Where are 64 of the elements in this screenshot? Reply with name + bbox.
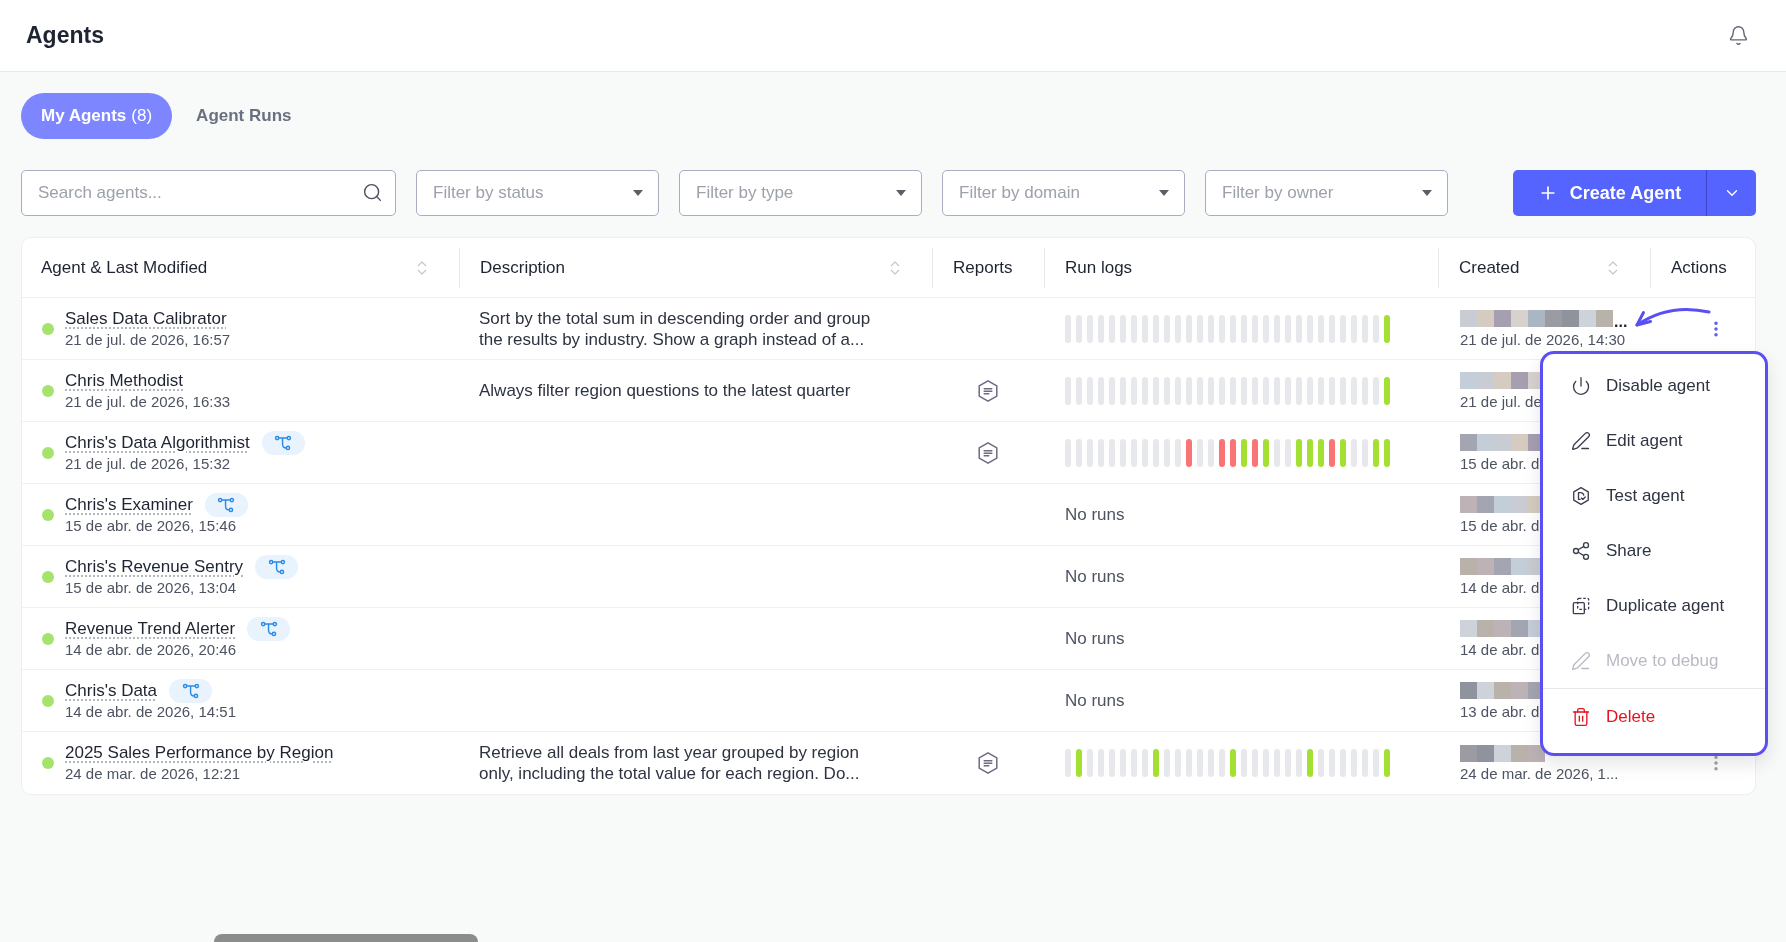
modified-date: 15 de abr. de 2026, 13:04 (65, 577, 236, 598)
search-icon (362, 182, 383, 203)
caret-icon (633, 190, 643, 196)
hexagon-lines-icon (976, 440, 1000, 465)
agent-name[interactable]: Chris Methodist (65, 369, 184, 392)
caret-icon (1422, 190, 1432, 196)
agent-name[interactable]: Revenue Trend Alerter (65, 617, 236, 640)
agent-name[interactable]: 2025 Sales Performance by Region (65, 742, 334, 764)
caret-icon (896, 190, 906, 196)
dropdown-button[interactable] (1706, 170, 1756, 216)
search-field[interactable]: Search agents... (21, 170, 396, 216)
description-text: Always filter region questions to the latest quarter (479, 380, 852, 401)
created-date: 13 de abr. d (1460, 701, 1540, 722)
hexagon-lines-icon (976, 751, 1000, 775)
modified-date: 14 de abr. de 2026, 20:46 (65, 639, 236, 660)
created-date: 14 de abr. d (1460, 577, 1540, 598)
menu-item[interactable]: Edit agent (1543, 413, 1765, 468)
modified-date: 21 de jul. de 2026, 16:57 (65, 329, 231, 350)
bell-icon[interactable] (1728, 25, 1749, 46)
modified-date: 21 de jul. de 2026, 16:33 (65, 391, 231, 412)
run-status-text: No runs (1065, 565, 1125, 588)
page-title: Agents (26, 21, 104, 51)
menu-item[interactable]: Disable agent (1543, 358, 1765, 413)
created-date: 15 de abr. d (1460, 453, 1540, 474)
modified-date: 21 de jul. de 2026, 15:32 (65, 453, 231, 474)
menu-item[interactable]: Delete (1543, 689, 1765, 744)
created-date: 14 de abr. d (1460, 639, 1540, 660)
run-status-text: No runs (1065, 689, 1125, 712)
menu-item[interactable]: Share (1543, 523, 1765, 578)
agent-name[interactable]: Chris's Examiner (65, 493, 193, 516)
column-header: Reports (953, 256, 1013, 279)
menu-item[interactable]: Duplicate agent (1543, 578, 1765, 633)
trash-icon (1571, 706, 1591, 727)
created-date: 24 de mar. de 2026, 1... (1460, 764, 1619, 784)
created-date: 15 de abr. d (1460, 515, 1540, 536)
agent-name[interactable]: Chris's Data (65, 679, 158, 702)
hexagon-lines-icon (976, 378, 1000, 403)
agent-name[interactable]: Chris's Revenue Sentry (65, 555, 244, 578)
modified-date: 15 de abr. de 2026, 15:46 (65, 515, 236, 536)
description-text: Sort by the total sum in descending order and group the results by industry. Show a graph instead of a... (479, 307, 872, 350)
menu-item[interactable]: Test agent (1543, 468, 1765, 523)
pencil-icon (1571, 430, 1591, 451)
hexagon-check-icon (1571, 485, 1591, 506)
column-header: Run logs (1065, 256, 1133, 279)
column-header: Description (480, 256, 566, 279)
run-status-text: No runs (1065, 627, 1125, 650)
create-agent-button[interactable]: Create Agent (1513, 170, 1706, 216)
modified-date: 14 de abr. de 2026, 14:51 (65, 701, 236, 722)
pencil-icon (1571, 650, 1591, 671)
share-icon (1571, 540, 1591, 561)
power-icon (1571, 375, 1591, 396)
column-header: Created (1459, 256, 1520, 279)
modified-date: 24 de mar. de 2026, 12:21 (65, 764, 241, 784)
created-date: 21 de jul. de 2026, 14:30 (1460, 329, 1626, 350)
run-status-text: No runs (1065, 503, 1125, 526)
description-text: Retrieve all deals from last year grouped by region only, including the total value for each region. Do... (479, 742, 861, 784)
agent-name[interactable]: Chris's Data Algorithmist (65, 431, 250, 454)
copy-icon (1571, 595, 1591, 616)
column-header: Actions (1671, 256, 1727, 279)
tab[interactable]: Agent Runs (196, 93, 292, 139)
truncation-mark: ... (1614, 313, 1628, 330)
column-header: Agent & Last Modified (41, 256, 208, 279)
caret-icon (1159, 190, 1169, 196)
agent-name[interactable]: Sales Data Calibrator (65, 307, 227, 330)
